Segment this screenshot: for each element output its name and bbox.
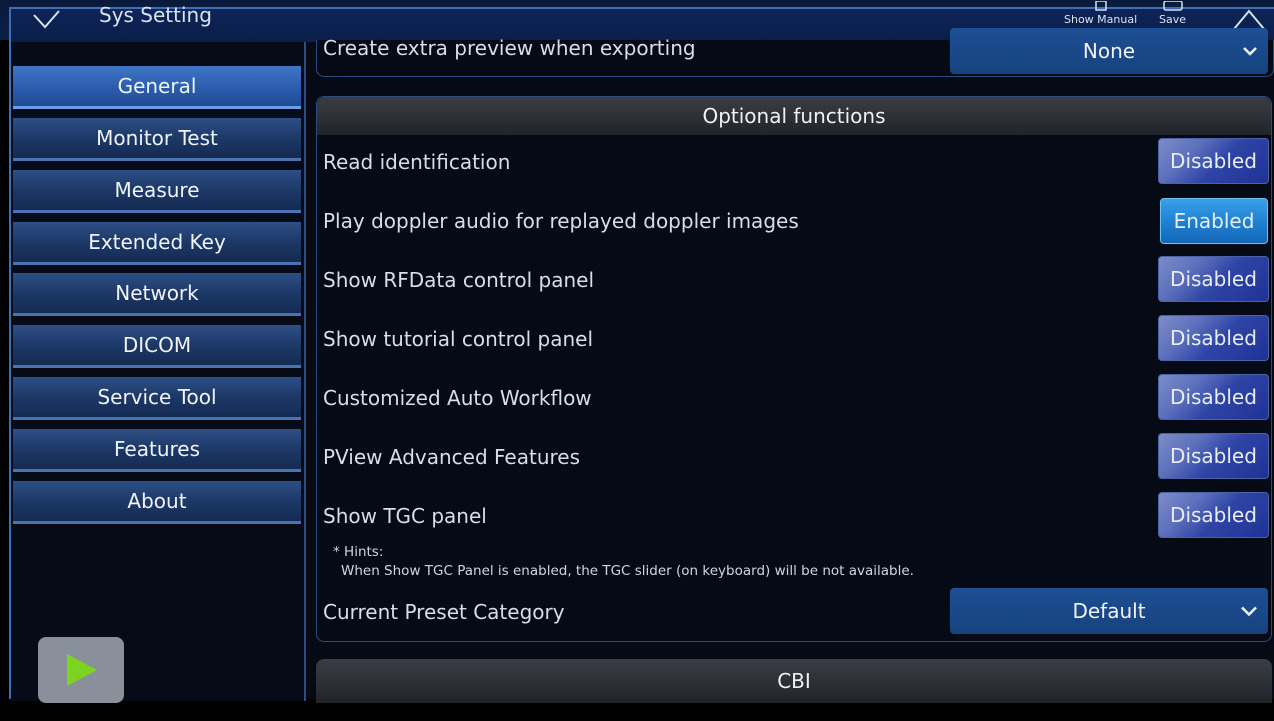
sidebar-item-label: General — [117, 74, 197, 98]
play-button[interactable] — [38, 637, 124, 703]
sidebar-item-label: Service Tool — [97, 385, 217, 409]
sidebar-item-label: Measure — [114, 178, 200, 202]
sidebar-item-dicom[interactable]: DICOM — [13, 325, 301, 368]
sidebar-item-label: About — [127, 489, 187, 513]
sidebar-item-label: Network — [115, 281, 199, 305]
sidebar-item-network[interactable]: Network — [13, 273, 301, 316]
window-title: Sys Setting — [99, 3, 212, 27]
checkmark-icon[interactable] — [31, 7, 61, 33]
sidebar-item-monitor-test[interactable]: Monitor Test — [13, 118, 301, 161]
pview-features-toggle[interactable]: Disabled — [1158, 433, 1269, 479]
export-panel: Create extra preview when exporting None — [316, 28, 1274, 77]
sidebar-item-label: Monitor Test — [96, 126, 218, 150]
export-preview-dropdown[interactable]: None — [950, 28, 1268, 74]
tgc-panel-toggle[interactable]: Disabled — [1158, 492, 1269, 538]
show-manual-button[interactable]: Show Manual — [1064, 1, 1137, 26]
tutorial-panel-label: Show tutorial control panel — [323, 327, 594, 351]
sys-setting-window: Sys Setting Show Manual Save General Mon… — [9, 1, 1274, 703]
chevron-down-icon — [1241, 606, 1257, 617]
export-preview-value: None — [1082, 39, 1136, 63]
sidebar-item-features[interactable]: Features — [13, 429, 301, 472]
save-button[interactable]: Save — [1159, 1, 1186, 26]
optional-functions-panel: Optional functions Read identification D… — [316, 96, 1272, 642]
content-area: Create extra preview when exporting None… — [316, 28, 1274, 703]
doppler-audio-label: Play doppler audio for replayed doppler … — [323, 209, 799, 233]
read-identification-toggle[interactable]: Disabled — [1158, 138, 1269, 184]
sidebar-item-extended-key[interactable]: Extended Key — [13, 222, 301, 265]
rfdata-panel-label: Show RFData control panel — [323, 268, 595, 292]
doppler-audio-toggle[interactable]: Enabled — [1160, 198, 1268, 244]
sidebar-item-label: DICOM — [122, 333, 192, 357]
save-label: Save — [1159, 13, 1187, 26]
sidebar-item-label: Features — [114, 437, 200, 461]
pview-features-label: PView Advanced Features — [323, 445, 581, 469]
sidebar-item-service-tool[interactable]: Service Tool — [13, 377, 301, 420]
manual-icon — [1094, 1, 1107, 11]
sidebar-item-about[interactable]: About — [13, 481, 301, 524]
tutorial-panel-toggle[interactable]: Disabled — [1158, 315, 1269, 361]
preset-category-dropdown[interactable]: Default — [950, 588, 1268, 634]
cbi-panel-header[interactable]: CBI — [316, 659, 1272, 703]
sidebar-item-general[interactable]: General — [13, 66, 301, 109]
hint-text: When Show TGC Panel is enabled, the TGC … — [341, 563, 914, 579]
save-icon — [1162, 1, 1183, 11]
auto-workflow-toggle[interactable]: Disabled — [1158, 374, 1269, 420]
sidebar: General Monitor Test Measure Extended Ke… — [11, 42, 306, 701]
preset-category-label: Current Preset Category — [323, 600, 565, 624]
tgc-panel-label: Show TGC panel — [323, 504, 487, 528]
hint-title: * Hints: — [333, 544, 384, 560]
auto-workflow-label: Customized Auto Workflow — [323, 386, 592, 410]
play-icon — [67, 654, 97, 686]
sidebar-item-label: Extended Key — [88, 230, 226, 254]
preset-category-value: Default — [1072, 599, 1146, 623]
chevron-down-icon — [1243, 47, 1257, 56]
sidebar-item-measure[interactable]: Measure — [13, 170, 301, 213]
show-manual-label: Show Manual — [1064, 13, 1138, 26]
export-preview-label: Create extra preview when exporting — [323, 36, 696, 60]
read-identification-label: Read identification — [323, 150, 511, 174]
optional-functions-header: Optional functions — [317, 97, 1271, 135]
rfdata-panel-toggle[interactable]: Disabled — [1158, 256, 1269, 302]
